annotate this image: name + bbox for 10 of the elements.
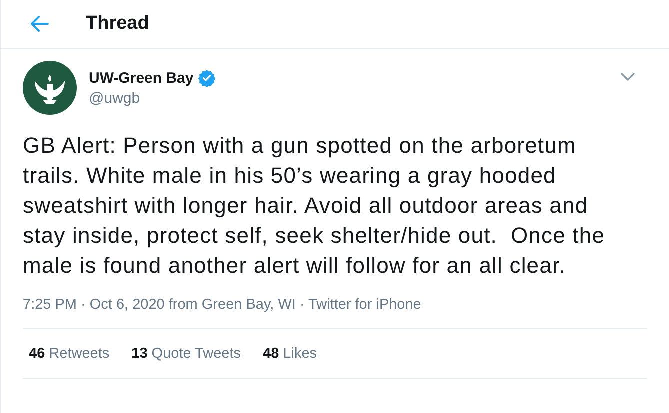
tweet-text: GB Alert: Person with a gun spotted on the arboretum trails. White male in his 50’s wearing a gray hooded sweatshirt with longer hair. Avoid all outdoor areas and stay inside, protect self, seek shelter/hide out. Once the male is found another alert will follow for an all clear. xyxy=(23,132,606,280)
stat-link[interactable]: 48 Likes xyxy=(263,346,318,362)
header-title: Thread xyxy=(86,13,150,35)
chevron-down-icon[interactable] xyxy=(621,73,635,81)
back-arrow-icon[interactable] xyxy=(31,16,49,32)
author-handle[interactable]: @uwgb xyxy=(89,90,216,107)
author-name[interactable]: UW-Green Bay xyxy=(89,70,194,86)
tweet-timestamp: 7:25 PM · Oct 6, 2020 from Green Bay, WI · Twitter for iPhone xyxy=(23,297,422,313)
stat-link[interactable]: 46 Retweets xyxy=(29,346,110,362)
stat-link[interactable]: 13 Quote Tweets xyxy=(132,346,241,362)
